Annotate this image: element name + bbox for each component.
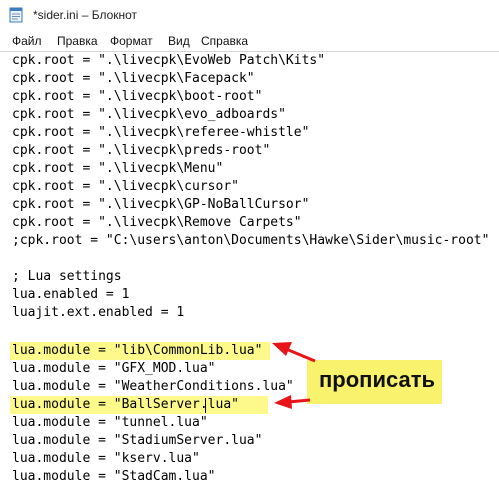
code-line: cpk.root = ".\livecpk\evo_adboards": [12, 107, 286, 122]
notepad-window: *sider.ini – Блокнот Файл Правка Формат …: [0, 0, 499, 483]
code-line: cpk.root = ".\livecpk\EvoWeb Patch\Kits": [12, 53, 326, 68]
text-editor-area[interactable]: cpk.root = ".\livecpk\EvoWeb Patch\Kits"…: [0, 51, 499, 483]
menu-file[interactable]: Файл: [12, 34, 42, 48]
annotation-label: прописать: [319, 367, 436, 392]
notepad-app-icon: [9, 7, 23, 23]
menu-view[interactable]: Вид: [168, 34, 190, 48]
code-line-commonlib: lua.module = "lib\CommonLib.lua": [12, 343, 263, 358]
menu-help[interactable]: Справка: [201, 34, 248, 48]
code-line: cpk.root = ".\livecpk\referee-whistle": [12, 125, 310, 140]
code-line: cpk.root = ".\livecpk\GP-NoBallCursor": [12, 197, 310, 212]
menu-bar: Файл Правка Формат Вид Справка: [0, 31, 499, 51]
code-line: lua.module = "tunnel.lua": [12, 415, 208, 430]
code-line: lua.module = "kserv.lua": [12, 451, 200, 466]
code-line: cpk.root = ".\livecpk\boot-root": [12, 89, 263, 104]
code-line: ; Lua settings: [12, 269, 122, 284]
window-title: *sider.ini – Блокнот: [33, 8, 138, 22]
menu-edit[interactable]: Правка: [57, 34, 98, 48]
code-line: lua.enabled = 1: [12, 287, 130, 302]
code-line: luajit.ext.enabled = 1: [12, 305, 185, 320]
code-line: ;cpk.root = "C:\users\anton\Documents\Ha…: [12, 233, 490, 248]
code-line: lua.module = "StadiumServer.lua": [12, 433, 263, 448]
code-line: lua.module = "GFX_MOD.lua": [12, 361, 216, 376]
code-line: cpk.root = ".\livecpk\Menu": [12, 161, 224, 176]
code-line: cpk.root = ".\livecpk\preds-root": [12, 143, 271, 158]
code-line: lua.module = "WeatherConditions.lua": [12, 379, 294, 394]
code-line: cpk.root = ".\livecpk\Facepack": [12, 71, 255, 86]
code-line: cpk.root = ".\livecpk\Remove Carpets": [12, 215, 302, 230]
title-bar[interactable]: *sider.ini – Блокнот: [0, 0, 499, 30]
code-line: cpk.root = ".\livecpk\cursor": [12, 179, 239, 194]
code-line: lua.module = "StadCam.lua": [12, 469, 216, 483]
menu-format[interactable]: Формат: [110, 34, 153, 48]
text-caret: [205, 398, 206, 413]
